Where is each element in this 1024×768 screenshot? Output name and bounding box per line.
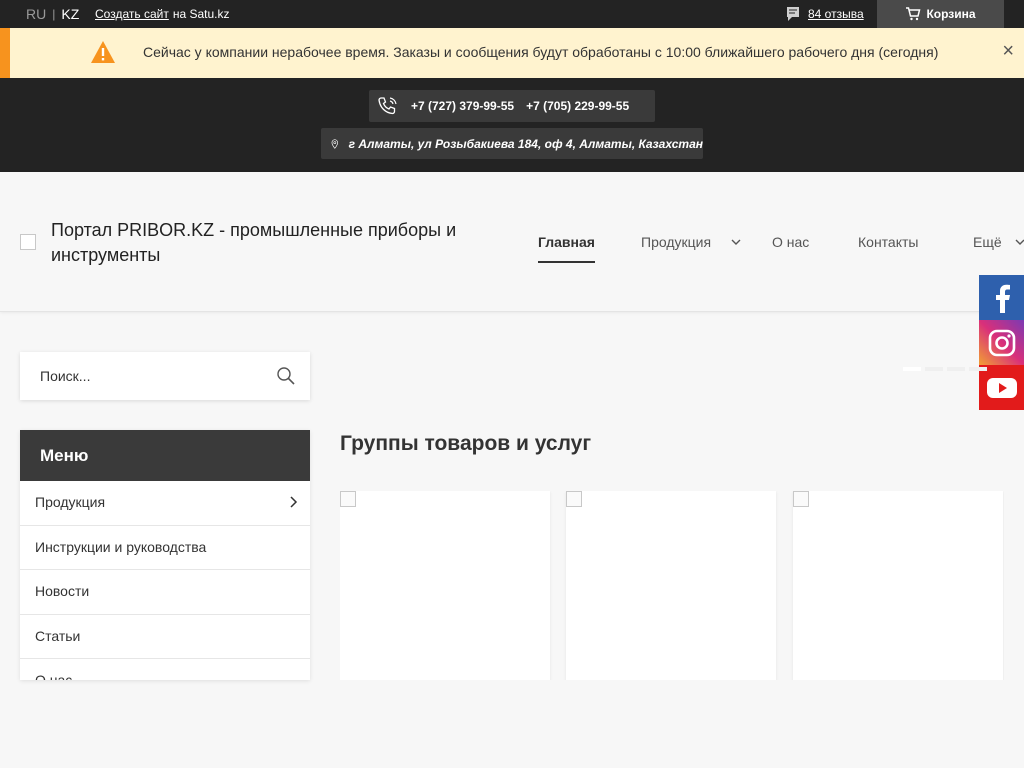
product-groups-grid	[340, 491, 1004, 680]
menu-title: Меню	[20, 430, 310, 481]
main-nav: Главная Продукция О нас Контакты Ещё	[0, 232, 1024, 263]
cart-icon	[906, 7, 921, 21]
menu-item-label: Новости	[35, 583, 90, 599]
menu-item-products[interactable]: Продукция	[20, 481, 310, 526]
warning-icon	[91, 41, 115, 63]
search-input[interactable]	[20, 352, 270, 400]
slider-dots	[903, 367, 991, 371]
product-group-card[interactable]	[566, 491, 776, 680]
menu-item-label: Продукция	[35, 494, 106, 510]
facebook-icon	[995, 284, 1010, 313]
search-icon[interactable]	[276, 366, 296, 386]
nav-home[interactable]: Главная	[538, 234, 595, 263]
instagram-icon	[988, 329, 1015, 356]
product-group-image[interactable]	[793, 491, 809, 507]
instagram-link[interactable]	[979, 320, 1024, 365]
menu-item-news[interactable]: Новости	[20, 570, 310, 615]
menu-item-label: О нас	[35, 672, 73, 680]
nav-about[interactable]: О нас	[772, 234, 809, 250]
menu-item-label: Статьи	[35, 627, 81, 644]
reviews-count[interactable]: 84 отзыва	[808, 7, 864, 21]
nav-products[interactable]: Продукция	[641, 234, 711, 250]
menu-item-articles[interactable]: Статьи	[20, 615, 310, 659]
slider-dot[interactable]	[903, 367, 921, 371]
top-bar: RU | KZ Создать сайт на Satu.kz 84 отзыва…	[0, 0, 1024, 28]
menu-item-about[interactable]: О нас	[20, 659, 310, 680]
lang-separator: |	[52, 7, 56, 21]
product-group-card[interactable]	[340, 491, 550, 680]
address-text: г Алматы, ул Розыбакиева 184, оф 4, Алма…	[348, 136, 703, 151]
product-group-image[interactable]	[566, 491, 582, 507]
side-menu: Меню Продукция Инструкции и руководства …	[20, 430, 310, 680]
phone-2[interactable]: +7 (705) 229-99-55	[526, 99, 629, 113]
cart-button[interactable]: Корзина	[877, 0, 1004, 28]
slider-dot[interactable]	[969, 367, 987, 371]
address-block: г Алматы, ул Розыбакиева 184, оф 4, Алма…	[321, 128, 703, 159]
create-site-promo: Создать сайт на Satu.kz	[95, 7, 229, 21]
menu-item-instructions[interactable]: Инструкции и руководства	[20, 526, 310, 570]
product-group-card[interactable]	[793, 491, 1003, 680]
chevron-down-icon[interactable]	[1014, 236, 1024, 248]
facebook-link[interactable]	[979, 275, 1024, 320]
cart-label: Корзина	[926, 7, 976, 21]
nav-contacts[interactable]: Контакты	[858, 234, 918, 250]
site-header: Портал PRIBOR.KZ - промышленные приборы …	[0, 172, 1024, 312]
comment-icon	[787, 7, 799, 21]
notice-message: Сейчас у компании нерабочее время. Заказ…	[143, 44, 939, 60]
close-notice-button[interactable]: ×	[1002, 41, 1014, 61]
phone-1[interactable]: +7 (727) 379-99-55	[411, 99, 514, 113]
location-pin-icon	[331, 138, 338, 149]
chevron-right-icon	[290, 496, 298, 508]
search-box	[20, 352, 310, 400]
language-switcher: RU | KZ	[26, 6, 79, 22]
menu-item-label: Инструкции и руководства	[35, 538, 207, 555]
contacts-band: +7 (727) 379-99-55 +7 (705) 229-99-55 г …	[0, 78, 1024, 172]
nav-more[interactable]: Ещё	[973, 234, 1002, 250]
working-hours-notice: Сейчас у компании нерабочее время. Заказ…	[0, 28, 1024, 78]
create-site-link[interactable]: Создать сайт	[95, 7, 169, 21]
youtube-icon	[986, 377, 1017, 398]
product-group-image[interactable]	[340, 491, 356, 507]
create-site-suffix: на Satu.kz	[172, 7, 230, 21]
lang-ru-link[interactable]: RU	[26, 6, 46, 22]
chevron-down-icon[interactable]	[730, 236, 742, 248]
youtube-link[interactable]	[979, 365, 1024, 410]
reviews-link[interactable]: 84 отзыва	[786, 6, 864, 22]
phones-block[interactable]: +7 (727) 379-99-55 +7 (705) 229-99-55	[369, 90, 655, 122]
phone-icon	[378, 97, 397, 115]
slider-dot[interactable]	[947, 367, 965, 371]
slider-dot[interactable]	[925, 367, 943, 371]
section-title: Группы товаров и услуг	[340, 432, 592, 455]
lang-kz-link[interactable]: KZ	[61, 6, 79, 22]
